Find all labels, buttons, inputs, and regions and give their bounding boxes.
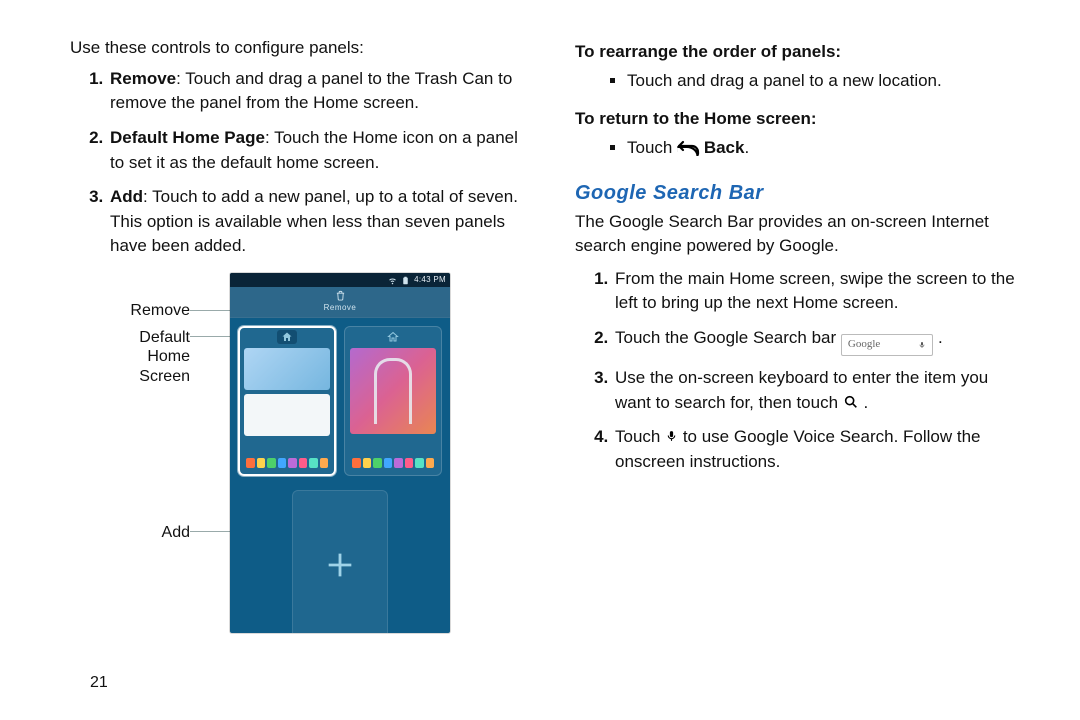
add-panel-zone (292, 490, 388, 633)
microphone-icon (918, 339, 926, 351)
rearrange-list: Touch and drag a panel to a new location… (575, 69, 1025, 94)
phone-screenshot: 4:43 PM Remove (230, 273, 450, 633)
callout-remove-label: Remove (130, 301, 190, 320)
microphone-icon (665, 428, 678, 444)
figure-callout-labels: Remove Default Home Screen Add (70, 273, 190, 633)
term-add: Add (110, 187, 143, 206)
google-search-desc: The Google Search Bar provides an on-scr… (575, 210, 1025, 259)
term-default-home: Default Home Page (110, 128, 265, 147)
heading-return-home: To return to the Home screen: (575, 107, 1025, 132)
gsb-step-2-post: . (938, 328, 943, 347)
phone-remove-bar: Remove (230, 287, 450, 318)
calendar-widget (244, 394, 330, 436)
home-chip-outline (383, 330, 403, 344)
back-label: Back (704, 138, 745, 157)
home-panel-1 (238, 326, 336, 476)
gsb-step-2-pre: Touch the Google Search bar (615, 328, 841, 347)
phone-panel-row (230, 318, 450, 476)
return-home-item: Touch Back. (627, 136, 1025, 161)
app-dock (350, 456, 436, 470)
figure-leader-lines (190, 273, 230, 633)
search-icon (843, 394, 859, 410)
gsb-step-3: Use the on-screen keyboard to enter the … (613, 366, 1025, 415)
home-icon (281, 331, 293, 343)
weather-widget (244, 348, 330, 390)
google-label: Google (848, 337, 880, 353)
return-home-period: . (744, 138, 749, 157)
callout-add-label: Add (162, 523, 190, 542)
step-remove: Remove: Touch and drag a panel to the Tr… (108, 67, 520, 116)
step-add-text: : Touch to add a new panel, up to a tota… (110, 187, 518, 255)
home-chip-filled (277, 330, 297, 344)
gsb-step-1: From the main Home screen, swipe the scr… (613, 267, 1025, 316)
section-google-search-bar: Google Search Bar (575, 179, 1025, 208)
battery-icon (401, 276, 410, 285)
panels-steps: Remove: Touch and drag a panel to the Tr… (70, 67, 520, 259)
page-number: 21 (90, 671, 108, 694)
gsb-step-2: Touch the Google Search bar Google . (613, 326, 1025, 356)
google-search-steps: From the main Home screen, swipe the scr… (575, 267, 1025, 475)
gsb-step-3-post: . (863, 393, 868, 412)
gsb-step-4-pre: Touch (615, 427, 665, 446)
return-home-pre: Touch (627, 138, 677, 157)
phone-remove-label: Remove (324, 302, 357, 314)
home-outline-icon (387, 331, 399, 343)
home-panel-2 (344, 326, 442, 476)
callout-default-home-label: Default Home Screen (139, 328, 190, 386)
return-home-list: Touch Back. (575, 136, 1025, 161)
heading-rearrange: To rearrange the order of panels: (575, 40, 1025, 65)
phone-status-bar: 4:43 PM (230, 273, 450, 287)
back-icon (677, 140, 699, 156)
wifi-icon (388, 276, 397, 285)
plus-icon (323, 548, 357, 582)
term-remove: Remove (110, 69, 176, 88)
trash-icon (335, 290, 346, 302)
step-add: Add: Touch to add a new panel, up to a t… (108, 185, 520, 259)
step-default-home: Default Home Page: Touch the Home icon o… (108, 126, 520, 175)
rearrange-item: Touch and drag a panel to a new location… (627, 69, 1025, 94)
gsb-step-4: Touch to use Google Voice Search. Follow… (613, 425, 1025, 474)
phone-time: 4:43 PM (414, 274, 446, 286)
google-search-bar-chip: Google (841, 334, 933, 356)
panels-figure: Remove Default Home Screen Add (70, 273, 520, 633)
bookmark-widget (350, 348, 436, 434)
app-dock (244, 456, 330, 470)
panels-intro: Use these controls to configure panels: (70, 36, 520, 61)
gsb-step-3-pre: Use the on-screen keyboard to enter the … (615, 368, 988, 412)
